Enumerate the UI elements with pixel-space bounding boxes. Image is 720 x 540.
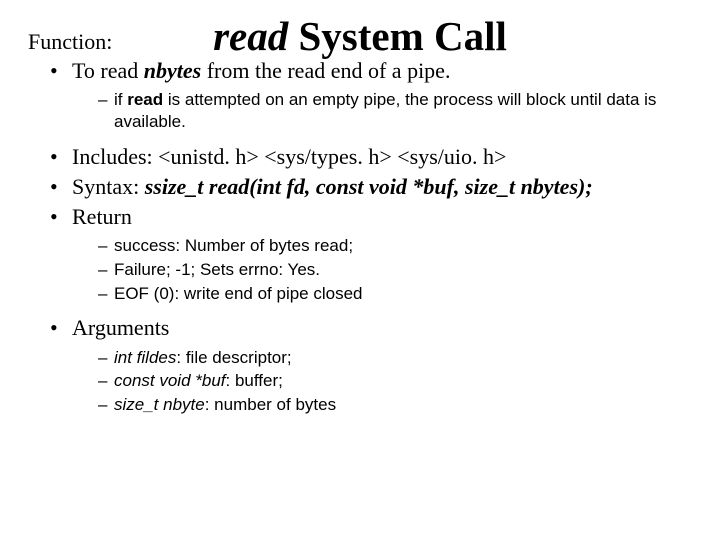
title-rest: System Call (288, 13, 507, 59)
bullet-includes: Includes: <unistd. h> <sys/types. h> <sy… (50, 143, 692, 171)
to-read-sublist: if read is attempted on an empty pipe, t… (72, 85, 692, 141)
sub-if: if (114, 90, 127, 109)
to-read-sub-item: if read is attempted on an empty pipe, t… (98, 89, 692, 133)
outer-list: To read nbytes from the read end of a pi… (28, 57, 692, 424)
arg-c-italic: size_t nbyte (114, 395, 205, 414)
slide: read System Call Function: To read nbyte… (0, 0, 720, 424)
arg-a-italic: int fildes (114, 348, 176, 367)
syntax-label: Syntax: (72, 174, 145, 199)
bullet-to-read: To read nbytes from the read end of a pi… (50, 57, 692, 141)
arg-a: int fildes: file descriptor; (98, 347, 692, 369)
arg-c-rest: : number of bytes (205, 395, 336, 414)
arg-b-rest: : buffer; (226, 371, 283, 390)
bullet-syntax: Syntax: ssize_t read(int fd, const void … (50, 173, 692, 201)
arg-b: const void *buf: buffer; (98, 370, 692, 392)
sub-rest: is attempted on an empty pipe, the proce… (114, 90, 656, 131)
return-text: Return (72, 204, 132, 229)
syntax-signature: ssize_t read(int fd, const void *buf, si… (145, 174, 593, 199)
return-sublist: success: Number of bytes read; Failure; … (72, 231, 692, 312)
to-read-post: from the read end of a pipe. (201, 58, 450, 83)
includes-text: Includes: <unistd. h> <sys/types. h> <sy… (72, 144, 506, 169)
return-sub-a: success: Number of bytes read; (98, 235, 692, 257)
bullet-arguments: Arguments int fildes: file descriptor; c… (50, 314, 692, 423)
arg-c: size_t nbyte: number of bytes (98, 394, 692, 416)
to-read-pre: To read (72, 58, 144, 83)
to-read-nbytes: nbytes (144, 58, 201, 83)
title-read: read (213, 13, 288, 59)
bullet-return: Return success: Number of bytes read; Fa… (50, 203, 692, 312)
return-sub-c: EOF (0): write end of pipe closed (98, 283, 692, 305)
return-sub-b: Failure; -1; Sets errno: Yes. (98, 259, 692, 281)
arguments-sublist: int fildes: file descriptor; const void … (72, 343, 692, 424)
arg-a-rest: : file descriptor; (176, 348, 291, 367)
arguments-text: Arguments (72, 315, 169, 340)
arg-b-italic: const void *buf (114, 371, 226, 390)
sub-read-word: read (127, 90, 163, 109)
